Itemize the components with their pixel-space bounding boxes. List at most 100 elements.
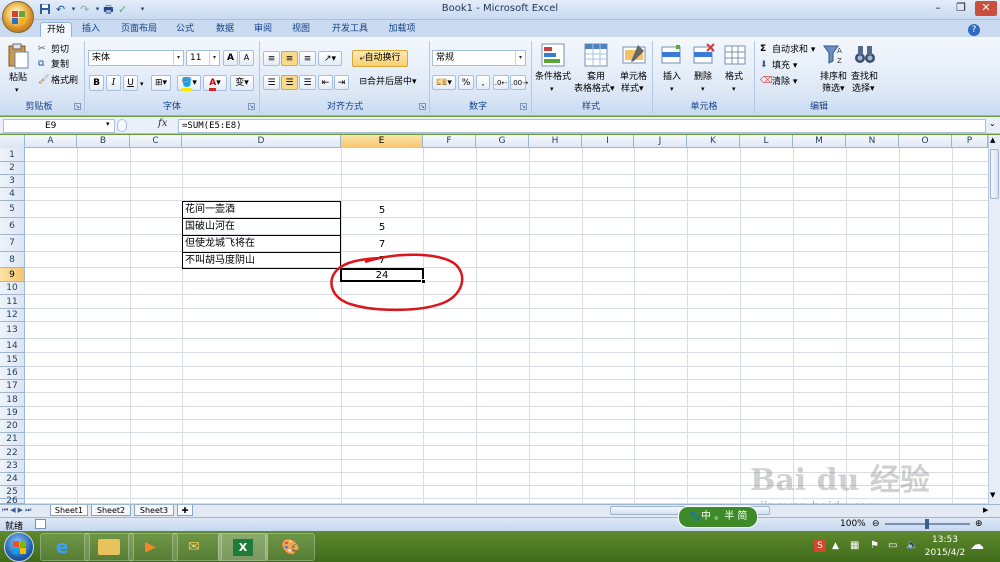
orientation-button[interactable]: ↗▾ xyxy=(318,51,342,66)
row-header-5[interactable]: 5 xyxy=(0,201,25,218)
name-box[interactable]: E9 xyxy=(3,119,115,133)
row-header-9[interactable]: 9 xyxy=(0,268,25,282)
font-size-select[interactable]: 11 ▾ xyxy=(186,50,220,66)
column-header-M[interactable]: M xyxy=(793,135,846,148)
row-header-2[interactable]: 2 xyxy=(0,162,25,175)
row-header-15[interactable]: 15 xyxy=(0,353,25,367)
tab-view[interactable]: 视图 xyxy=(286,22,316,38)
restore-button[interactable]: ❐ xyxy=(950,1,972,16)
tab-home[interactable]: 开始 xyxy=(40,22,72,38)
row-header-7[interactable]: 7 xyxy=(0,235,25,252)
sort-filter-button[interactable]: 筛选▾ xyxy=(822,83,845,95)
format-painter-button[interactable]: 格式刷 xyxy=(51,75,78,87)
column-header-B[interactable]: B xyxy=(77,135,130,148)
formula-bar-splitter[interactable] xyxy=(117,119,127,132)
row-header-17[interactable]: 17 xyxy=(0,380,25,393)
column-header-A[interactable]: A xyxy=(25,135,77,148)
name-box-dropdown-icon[interactable]: ▾ xyxy=(106,120,110,128)
row-header-11[interactable]: 11 xyxy=(0,295,25,309)
insert-function-icon[interactable]: fx xyxy=(158,118,167,129)
decrease-decimal-button[interactable]: .00⇢ xyxy=(510,75,528,90)
conditional-format-button[interactable]: 条件格式 xyxy=(535,71,571,83)
column-header-K[interactable]: K xyxy=(687,135,740,148)
tray-flag-icon[interactable]: ⚑ xyxy=(870,540,879,551)
taskbar-excel[interactable]: X xyxy=(218,533,268,561)
number-launcher-icon[interactable]: ↘ xyxy=(520,103,527,110)
merge-center-button[interactable]: ⊟合并后居中▾ xyxy=(352,74,424,91)
column-header-J[interactable]: J xyxy=(634,135,687,148)
column-header-D[interactable]: D xyxy=(182,135,341,148)
scroll-down-icon[interactable]: ▼ xyxy=(990,491,995,499)
cell-D7[interactable]: 但使龙城飞将在 xyxy=(185,237,255,250)
delete-cells-button[interactable]: 删除 xyxy=(694,71,712,83)
column-header-G[interactable]: G xyxy=(476,135,529,148)
align-left-button[interactable]: ☰ xyxy=(263,75,280,90)
sort-filter-label-1[interactable]: 排序和 xyxy=(820,71,847,83)
column-header-N[interactable]: N xyxy=(846,135,899,148)
grow-font-button[interactable]: A xyxy=(223,50,238,66)
comma-button[interactable]: , xyxy=(476,75,490,90)
tray-network-icon[interactable]: ▦ xyxy=(850,540,859,551)
alignment-launcher-icon[interactable]: ↘ xyxy=(419,103,426,110)
increase-decimal-button[interactable]: .0⇠ xyxy=(493,75,509,90)
column-header-I[interactable]: I xyxy=(582,135,634,148)
column-header-E[interactable]: E xyxy=(341,135,423,148)
column-header-H[interactable]: H xyxy=(529,135,582,148)
row-header-16[interactable]: 16 xyxy=(0,367,25,380)
insert-sheet-icon[interactable]: ✚ xyxy=(177,505,193,516)
worksheet-grid[interactable] xyxy=(0,135,988,504)
autosum-button[interactable]: 自动求和 ▾ xyxy=(772,44,815,56)
insert-cells-button[interactable]: 插入 xyxy=(663,71,681,83)
row-header-13[interactable]: 13 xyxy=(0,322,25,339)
fill-button[interactable]: 填充 ▾ xyxy=(772,60,797,72)
column-header-F[interactable]: F xyxy=(423,135,476,148)
align-bottom-button[interactable]: ≡ xyxy=(299,51,316,66)
underline-dropdown-icon[interactable]: ▾ xyxy=(140,78,144,90)
vertical-scrollbar[interactable]: ▲ ▼ xyxy=(988,135,1000,504)
bold-button[interactable]: B xyxy=(89,75,104,91)
clock-time[interactable]: 13:53 xyxy=(925,535,965,545)
wrap-text-button[interactable]: ⤶自动换行 xyxy=(352,50,408,67)
taskbar-explorer[interactable] xyxy=(84,533,134,561)
row-header-1[interactable]: 1 xyxy=(0,148,25,162)
sheet-tab-2[interactable]: Sheet2 xyxy=(91,505,131,516)
ime-s-icon[interactable]: S xyxy=(814,540,826,552)
tray-volume-icon[interactable]: 🔈 xyxy=(906,540,918,551)
tray-battery-icon[interactable]: ▭ xyxy=(888,540,897,551)
column-header-P[interactable]: P xyxy=(952,135,988,148)
tab-insert[interactable]: 插入 xyxy=(76,22,106,38)
align-center-button[interactable]: ☰ xyxy=(281,75,298,90)
row-header-23[interactable]: 23 xyxy=(0,460,25,473)
format-dropdown-icon[interactable]: ▾ xyxy=(732,83,736,95)
row-header-12[interactable]: 12 xyxy=(0,309,25,322)
clipboard-launcher-icon[interactable]: ↘ xyxy=(74,103,81,110)
increase-indent-button[interactable]: ⇥ xyxy=(334,75,349,90)
font-color-button[interactable]: A▾ xyxy=(203,75,227,91)
tab-formulas[interactable]: 公式 xyxy=(170,22,200,38)
column-header-C[interactable]: C xyxy=(130,135,182,148)
taskbar-paint[interactable]: 🎨 xyxy=(265,533,315,561)
tab-addins[interactable]: 加载项 xyxy=(382,22,422,38)
row-header-4[interactable]: 4 xyxy=(0,188,25,201)
macro-record-icon[interactable] xyxy=(35,519,46,529)
ime-toolbar[interactable]: 🐾中 。半 简 xyxy=(678,506,758,528)
align-middle-button[interactable]: ≡ xyxy=(281,51,298,66)
find-select-label-1[interactable]: 查找和 xyxy=(851,71,878,83)
paste-dropdown-icon[interactable]: ▾ xyxy=(15,84,19,96)
conditional-format-dropdown-icon[interactable]: ▾ xyxy=(550,83,554,95)
underline-button[interactable]: U xyxy=(123,75,138,91)
row-header-18[interactable]: 18 xyxy=(0,393,25,407)
row-header-6[interactable]: 6 xyxy=(0,218,25,235)
insert-dropdown-icon[interactable]: ▾ xyxy=(670,83,674,95)
decrease-indent-button[interactable]: ⇤ xyxy=(318,75,333,90)
minimize-button[interactable]: – xyxy=(927,1,949,16)
row-header-22[interactable]: 22 xyxy=(0,446,25,460)
cell-E6[interactable]: 5 xyxy=(341,221,423,234)
show-desktop-icon[interactable]: ☁ xyxy=(970,537,984,553)
scroll-right-icon[interactable]: ▶ xyxy=(983,506,988,514)
row-header-21[interactable]: 21 xyxy=(0,433,25,446)
office-button[interactable] xyxy=(2,1,34,33)
select-all-corner[interactable] xyxy=(0,135,25,148)
scroll-up-icon[interactable]: ▲ xyxy=(990,136,995,144)
fill-color-button[interactable]: 🪣▾ xyxy=(177,75,201,91)
